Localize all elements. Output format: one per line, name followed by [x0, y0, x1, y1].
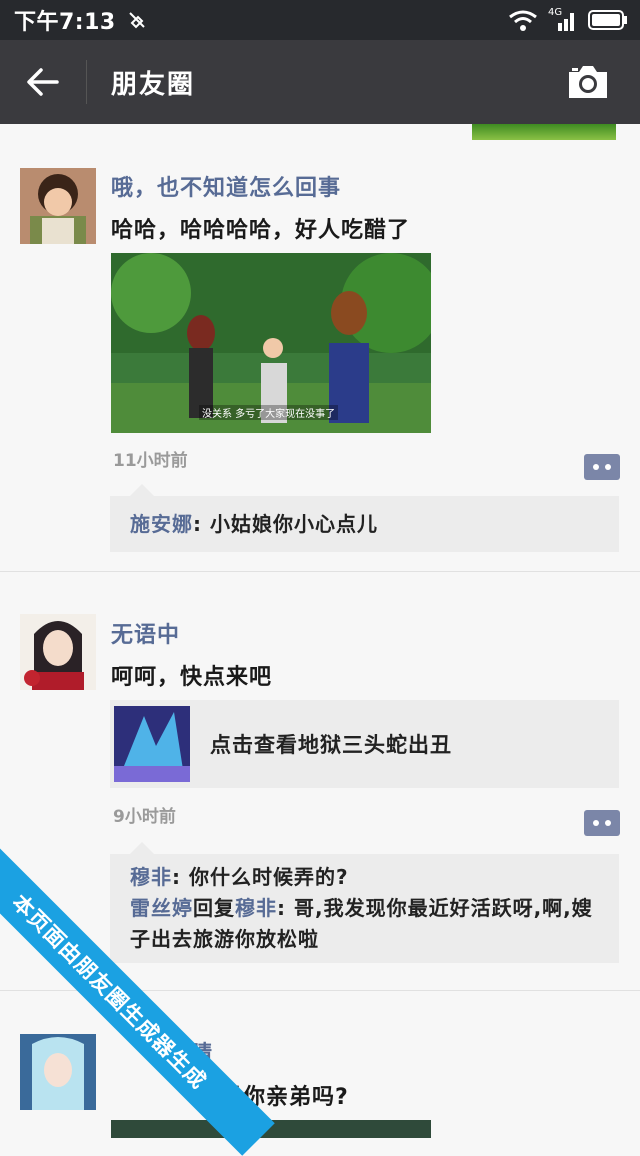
battery-icon — [588, 10, 627, 30]
comment-separator: : — [277, 896, 294, 920]
nav-divider — [86, 60, 87, 104]
nav-bar: 朋友圈 — [0, 40, 640, 124]
link-title: 点击查看地狱三头蛇出丑 — [210, 733, 452, 757]
status-left: 下午7:13 — [0, 4, 148, 36]
comment[interactable]: 雷丝婷回复穆非: 哥,我发现你最近好活跃呀,啊,嫂子出去旅游你放松啦 — [110, 893, 619, 955]
previous-post-photo[interactable] — [472, 124, 616, 140]
commenter-name[interactable]: 雷丝婷 — [130, 896, 193, 920]
post-time: 11小时前 — [113, 451, 188, 471]
author-name[interactable]: 无语中 — [111, 617, 180, 649]
status-time: 下午7:13 — [14, 10, 116, 35]
avatar[interactable] — [20, 168, 96, 244]
link-thumbnail — [114, 706, 190, 782]
camera-icon — [569, 66, 607, 98]
photo-subtitle: 没关系 多亏了大家现在没事了 — [199, 405, 339, 420]
arrow-left-icon — [27, 68, 59, 96]
signal-icon: 4G — [548, 7, 578, 31]
status-bar: 下午7:13 4G — [0, 0, 640, 40]
back-button[interactable] — [0, 40, 86, 124]
author-name[interactable]: 哦，也不知道怎么回事 — [111, 170, 341, 202]
status-right: 4G — [508, 7, 640, 31]
comment-dots-icon — [593, 464, 599, 470]
comment-separator: : — [172, 865, 189, 889]
reply-to-name[interactable]: 穆非 — [235, 896, 277, 920]
comments-box: 施安娜: 小姑娘你小心点儿 — [110, 484, 619, 552]
post-time: 9小时前 — [113, 807, 176, 827]
comment-separator: : — [193, 511, 210, 536]
notification-icon — [129, 12, 145, 29]
commenter-name[interactable]: 穆非 — [130, 865, 172, 889]
comment-button[interactable] — [584, 454, 620, 480]
link-card[interactable]: 点击查看地狱三头蛇出丑 — [110, 700, 619, 788]
post-photo[interactable]: 没关系 多亏了大家现在没事了 — [111, 253, 431, 433]
avatar[interactable] — [20, 1034, 96, 1110]
avatar[interactable] — [20, 614, 96, 690]
post-text: 呵呵，快点来吧 — [111, 665, 273, 690]
comment[interactable]: 穆非: 你什么时候弄的? — [110, 862, 619, 893]
camera-button[interactable] — [566, 60, 610, 104]
comment-dots-icon — [593, 820, 599, 826]
page-title: 朋友圈 — [111, 69, 196, 100]
comment-button[interactable] — [584, 810, 620, 836]
post-text: 哈哈，哈哈哈哈，好人吃醋了 — [111, 218, 411, 243]
comment-text: 小姑娘你小心点儿 — [209, 511, 378, 536]
post-divider — [0, 571, 640, 572]
comments-box: 穆非: 你什么时候弄的? 雷丝婷回复穆非: 哥,我发现你最近好活跃呀,啊,嫂子出… — [110, 842, 619, 963]
comment-text: 你什么时候弄的? — [188, 865, 349, 889]
reply-word: 回复 — [193, 896, 235, 920]
wifi-icon — [509, 10, 537, 31]
commenter-name[interactable]: 施安娜 — [130, 512, 193, 536]
comment[interactable]: 施安娜: 小姑娘你小心点儿 — [110, 509, 398, 540]
